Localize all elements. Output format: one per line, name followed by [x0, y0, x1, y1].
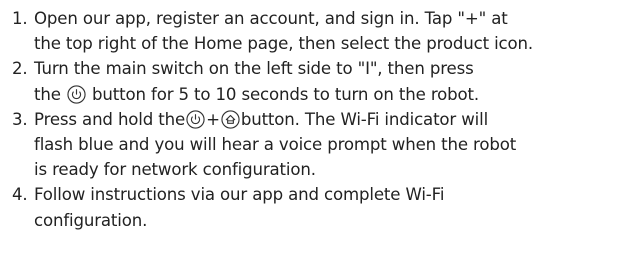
home-dock-button-icon: [221, 110, 240, 129]
step-text: Turn the main switch on the left side to…: [34, 56, 618, 106]
step-number: 4.: [12, 185, 28, 205]
step-line: configuration.: [34, 210, 148, 230]
step-1: 1. Open our app, register an account, an…: [12, 6, 618, 56]
step-text: Follow instructions via our app and comp…: [34, 182, 618, 232]
step-text: Press and hold the + button. The Wi-Fi i…: [34, 107, 618, 183]
step-line-part: button. The Wi-Fi indicator will: [240, 109, 489, 129]
step-number: 2.: [12, 59, 28, 79]
step-line: Open our app, register an account, and s…: [34, 9, 508, 28]
step-number: 1.: [12, 9, 28, 28]
step-4: 4. Follow instructions via our app and c…: [12, 182, 618, 232]
step-line-part: the: [34, 84, 61, 104]
step-line: the top right of the Home page, then sel…: [34, 34, 534, 54]
step-line-part: Press and hold the: [34, 109, 186, 129]
step-line: Turn the main switch on the left side to…: [34, 59, 474, 79]
step-line: flash blue and you will hear a voice pro…: [34, 135, 517, 155]
step-line: is ready for network configuration.: [34, 160, 316, 180]
step-2: 2. Turn the main switch on the left side…: [12, 56, 618, 106]
power-button-icon: [186, 110, 205, 129]
step-number: 3.: [12, 109, 28, 129]
instruction-list: 1. Open our app, register an account, an…: [12, 6, 618, 233]
step-3: 3. Press and hold the + button. The Wi-F…: [12, 107, 618, 183]
step-line-part: button for 5 to 10 seconds to turn on th…: [92, 84, 480, 104]
step-text: Open our app, register an account, and s…: [34, 6, 618, 56]
plus-sign: +: [206, 109, 220, 129]
power-button-icon: [67, 84, 86, 104]
step-line: Follow instructions via our app and comp…: [34, 185, 445, 205]
